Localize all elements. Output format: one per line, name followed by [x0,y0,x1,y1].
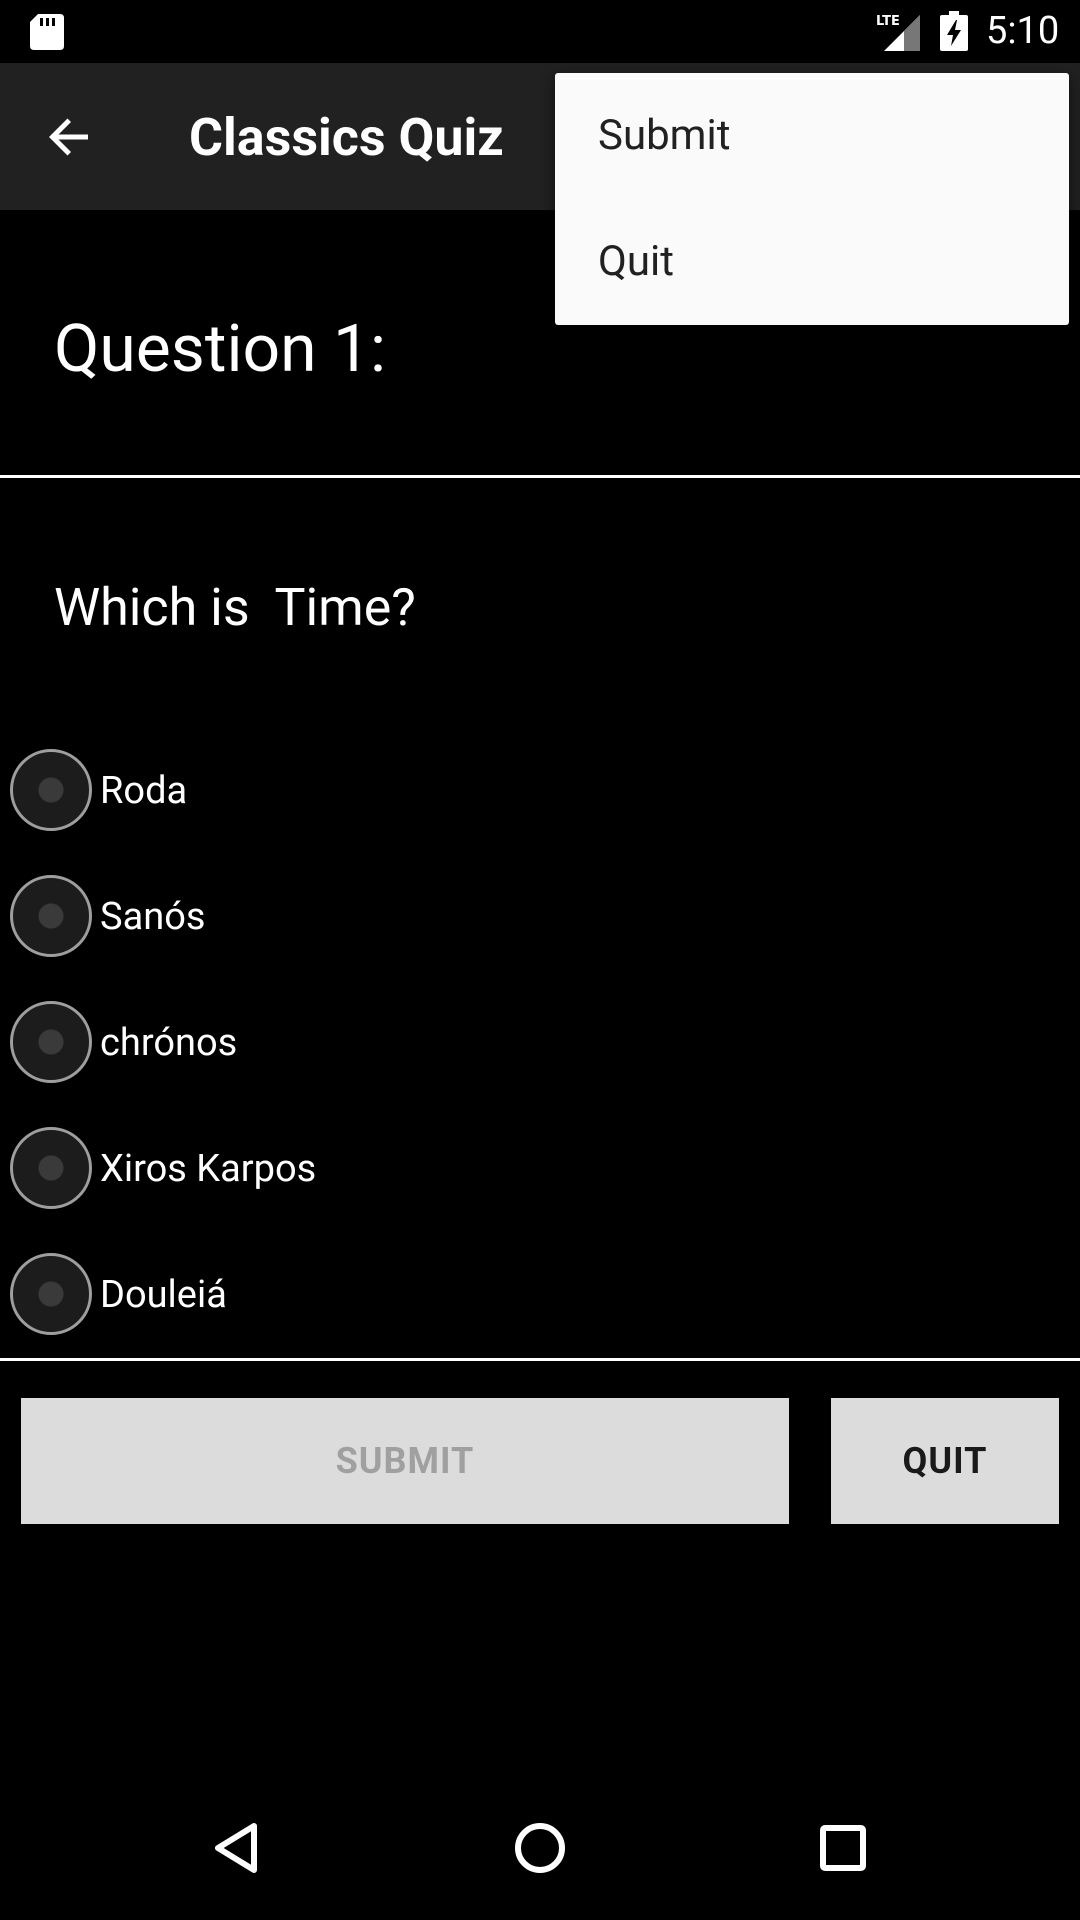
radio-button[interactable] [10,749,92,831]
option-label: Douleiá [100,1273,227,1317]
divider [0,1358,1080,1361]
battery-charging-icon [940,11,968,51]
back-arrow-icon[interactable] [44,111,96,163]
nav-back-icon [215,1823,257,1873]
radio-button[interactable] [10,1127,92,1209]
nav-home-icon [515,1823,565,1873]
option-douleia[interactable]: Douleiá [10,1253,1070,1337]
nav-back-button[interactable] [156,1776,316,1920]
nav-home-button[interactable] [460,1776,620,1920]
radio-button[interactable] [10,1001,92,1083]
radio-button[interactable] [10,875,92,957]
question-heading: Question 1: [54,311,387,388]
menu-item-submit[interactable]: Submit [555,73,1069,199]
option-sanos[interactable]: Sanós [10,875,1070,959]
question-text: Which is Time? [54,577,416,638]
radio-button[interactable] [10,1253,92,1335]
menu-item-quit[interactable]: Quit [555,199,1069,325]
option-xiros-karpos[interactable]: Xiros Karpos [10,1127,1070,1211]
divider [0,475,1080,478]
option-label: Sanós [100,895,206,939]
nav-recents-icon [820,1825,866,1871]
quit-button[interactable]: QUIT [831,1398,1059,1524]
overflow-menu: Submit Quit [555,73,1069,325]
submit-button[interactable]: SUBMIT [21,1398,789,1524]
status-clock: 5:10 [986,9,1060,53]
signal-icon: LTE [876,14,920,51]
sd-card-icon [30,14,64,50]
nav-recents-button[interactable] [763,1776,923,1920]
option-label: Roda [100,769,188,813]
option-label: chrónos [100,1021,238,1065]
option-label: Xiros Karpos [100,1147,317,1191]
status-bar: LTE 5:10 [0,0,1080,63]
navigation-bar [0,1776,1080,1920]
network-type-label: LTE [876,14,900,29]
option-chronos[interactable]: chrónos [10,1001,1070,1085]
option-roda[interactable]: Roda [10,749,1070,833]
app-title: Classics Quiz [189,107,504,168]
